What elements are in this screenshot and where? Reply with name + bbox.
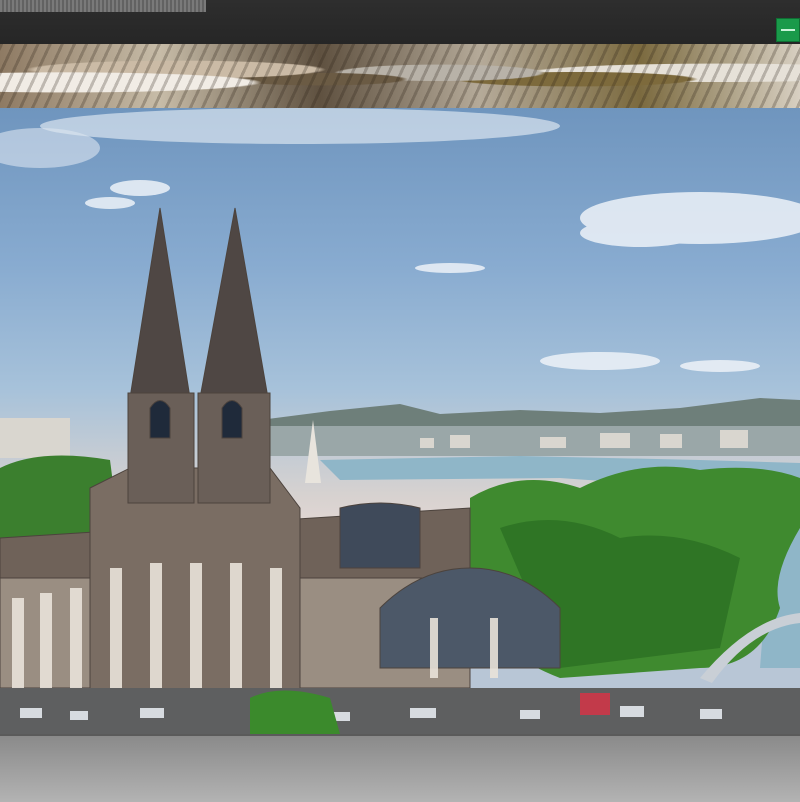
cathedral-photo	[0, 108, 800, 734]
bottom-bar	[0, 734, 800, 802]
rock-banner-image	[0, 44, 800, 108]
photo-illustration	[0, 108, 800, 734]
window-title	[0, 0, 206, 12]
street	[0, 688, 800, 734]
minimize-button[interactable]	[776, 18, 800, 42]
window-titlebar	[0, 0, 800, 45]
clouds	[0, 108, 800, 372]
